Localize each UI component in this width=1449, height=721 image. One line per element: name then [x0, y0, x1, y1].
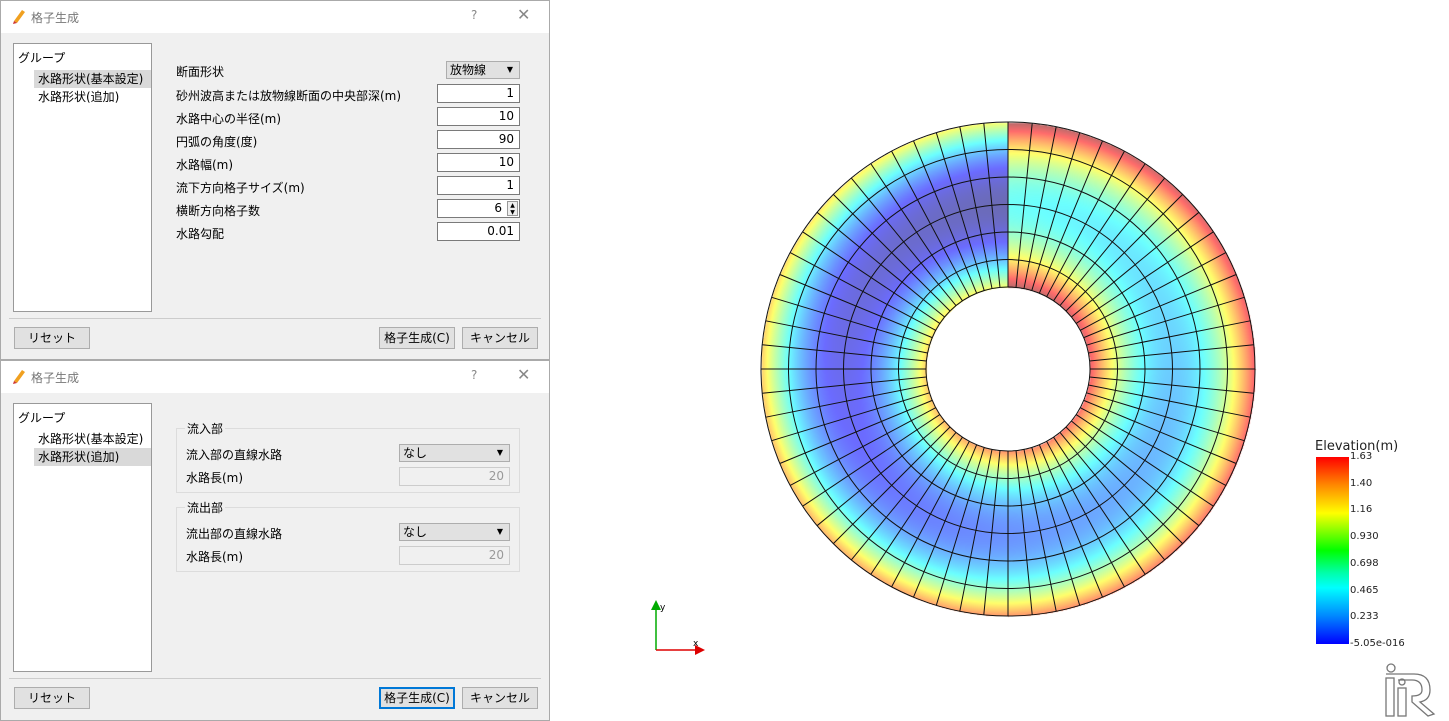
grid-line-cross [1065, 426, 1184, 545]
dropdown-arrow-icon: ▼ [496, 448, 503, 457]
x-axis-label: x [693, 639, 699, 649]
select-value: なし [403, 446, 428, 460]
outflow-straight-select[interactable]: なし ▼ [399, 523, 510, 541]
depth-input[interactable]: 1 [437, 84, 520, 103]
title-bar: 格子生成 ? ✕ [1, 361, 549, 393]
generate-button[interactable]: 格子生成(C) [379, 327, 455, 349]
grid-line-cross [1075, 231, 1214, 324]
colorbar-tick-label: 1.16 [1350, 504, 1373, 516]
slope-label: 水路勾配 [176, 227, 225, 241]
axes-triad: y x [651, 600, 705, 655]
group-tree: グループ 水路形状(基本設定) 水路形状(追加) [13, 403, 152, 672]
select-value: 放物線 [450, 63, 487, 77]
colorbar-tick-label: -5.05e-016 [1350, 637, 1405, 649]
select-value: なし [403, 525, 428, 539]
grid-line-cross [832, 193, 951, 312]
tree-item-basic[interactable]: 水路形状(基本設定) [34, 70, 151, 88]
reset-button[interactable]: リセット [14, 327, 90, 349]
inflow-length-input: 20 [399, 467, 510, 486]
grid-line-cross [870, 163, 963, 302]
tree-header: グループ [18, 411, 66, 425]
title-bar: 格子生成 ? ✕ [1, 1, 549, 33]
radius-label: 水路中心の半径(m) [176, 112, 282, 126]
width-label: 水路幅(m) [176, 158, 234, 172]
colorbar [1316, 457, 1349, 644]
pencil-icon [13, 10, 25, 24]
grid-line-cross [1065, 193, 1184, 312]
grid-line-cross [802, 414, 941, 507]
iric-logo [1385, 663, 1436, 717]
divider [9, 318, 541, 319]
tree-header: グループ [18, 51, 66, 65]
cross-cells-spinbox[interactable]: 6 ▲ ▼ [437, 199, 520, 218]
tree-item-additional[interactable]: 水路形状(追加) [34, 88, 123, 106]
spin-value: 6 [494, 201, 502, 215]
colorbar-tick-label: 0.930 [1350, 531, 1379, 543]
colorbar-tick-label: 0.233 [1350, 611, 1379, 623]
help-button[interactable]: ? [471, 8, 477, 22]
outflow-length-input: 20 [399, 546, 510, 565]
cancel-button[interactable]: キャンセル [462, 687, 538, 709]
dialog-title: 格子生成 [31, 371, 80, 385]
tree-item-additional[interactable]: 水路形状(追加) [34, 448, 151, 466]
cancel-button[interactable]: キャンセル [462, 327, 538, 349]
generate-button[interactable]: 格子生成(C) [379, 687, 455, 709]
cell-size-input[interactable]: 1 [437, 176, 520, 195]
angle-label: 円弧の角度(度) [176, 135, 258, 149]
grid-line-cross [1075, 414, 1214, 507]
grid-generation-dialog-basic: 格子生成 ? ✕ グループ 水路形状(基本設定) 水路形状(追加) 断面形状 放… [0, 0, 550, 360]
inflow-group-title: 流入部 [185, 420, 226, 437]
grid-line-cross [1053, 436, 1146, 575]
inflow-straight-label: 流入部の直線水路 [186, 448, 283, 462]
slope-input[interactable]: 0.01 [437, 222, 520, 241]
grid-generation-dialog-additional: 格子生成 ? ✕ グループ 水路形状(基本設定) 水路形状(追加) 流入部 流入… [0, 360, 550, 721]
pencil-icon [13, 370, 25, 384]
tree-item-basic[interactable]: 水路形状(基本設定) [34, 430, 147, 448]
grid-line-cross [832, 426, 951, 545]
section-shape-select[interactable]: 放物線 ▼ [446, 61, 520, 79]
colorbar-tick-label: 1.63 [1350, 451, 1373, 462]
spin-arrows-icon[interactable]: ▲ ▼ [507, 201, 518, 216]
radius-input[interactable]: 10 [437, 107, 520, 126]
cell-size-label: 流下方向格子サイズ(m) [176, 181, 305, 195]
grid-line-streamwise [925, 286, 1091, 452]
close-button[interactable]: ✕ [517, 5, 530, 24]
grid-line-cross [802, 231, 941, 324]
dropdown-arrow-icon: ▼ [506, 65, 513, 74]
divider [9, 678, 541, 679]
dropdown-arrow-icon: ▼ [496, 527, 503, 536]
outflow-length-label: 水路長(m) [186, 550, 244, 564]
inflow-length-label: 水路長(m) [186, 471, 244, 485]
outflow-group-title: 流出部 [185, 499, 226, 516]
group-tree: グループ 水路形状(基本設定) 水路形状(追加) [13, 43, 152, 312]
dialog-title: 格子生成 [31, 11, 80, 25]
colorbar-tick-label: 0.465 [1350, 584, 1379, 596]
colorbar-tick-label: 0.698 [1350, 557, 1379, 569]
cross-cells-label: 横断方向格子数 [176, 204, 261, 218]
angle-input[interactable]: 90 [437, 130, 520, 149]
inflow-straight-select[interactable]: なし ▼ [399, 444, 510, 462]
grid-line-cross [870, 436, 963, 575]
grid-mesh [760, 121, 1256, 617]
y-axis-label: y [660, 603, 666, 613]
close-button[interactable]: ✕ [517, 365, 530, 384]
colorbar-tick-label: 1.40 [1350, 477, 1373, 489]
reset-button[interactable]: リセット [14, 687, 90, 709]
grid-line-cross [1053, 163, 1146, 302]
help-button[interactable]: ? [471, 368, 477, 382]
width-input[interactable]: 10 [437, 153, 520, 172]
outflow-straight-label: 流出部の直線水路 [186, 527, 283, 541]
section-shape-label: 断面形状 [176, 65, 225, 79]
depth-label: 砂州波高または放物線断面の中央部深(m) [176, 89, 402, 103]
